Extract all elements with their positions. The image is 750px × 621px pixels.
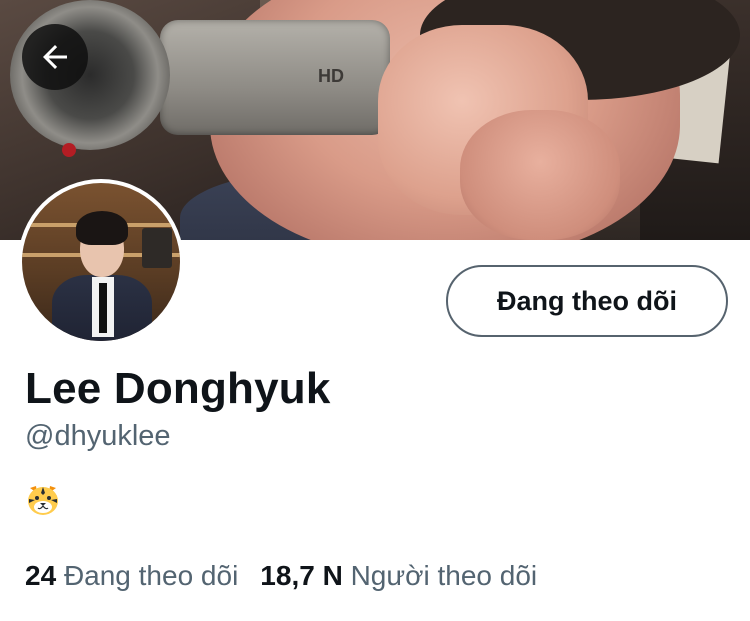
follow-stats: 24 Đang theo dõi 18,7 N Người theo dõi xyxy=(25,560,537,592)
display-name: Lee Donghyuk xyxy=(25,364,331,413)
following-count: 24 xyxy=(25,560,57,591)
following-button[interactable]: Đang theo dõi xyxy=(446,265,728,337)
avatar-speaker xyxy=(142,228,172,268)
avatar-hair xyxy=(76,211,128,245)
tiger-face-icon xyxy=(25,482,61,518)
banner-camera xyxy=(160,20,390,135)
avatar-tie xyxy=(99,283,107,333)
camera-led xyxy=(62,143,76,157)
following-stat[interactable]: 24 Đang theo dõi xyxy=(25,560,238,592)
followers-label: Người theo dõi xyxy=(350,560,538,591)
back-button[interactable] xyxy=(22,24,88,90)
banner-hand-lower xyxy=(460,110,620,240)
avatar[interactable] xyxy=(18,179,184,345)
following-label: Đang theo dõi xyxy=(63,560,239,591)
camera-hd-label: HD xyxy=(318,66,344,86)
avatar-image xyxy=(22,183,180,341)
followers-stat[interactable]: 18,7 N Người theo dõi xyxy=(260,560,537,592)
followers-count: 18,7 N xyxy=(260,560,343,591)
arrow-left-icon xyxy=(43,45,67,69)
user-handle: @dhyuklee xyxy=(25,420,171,452)
